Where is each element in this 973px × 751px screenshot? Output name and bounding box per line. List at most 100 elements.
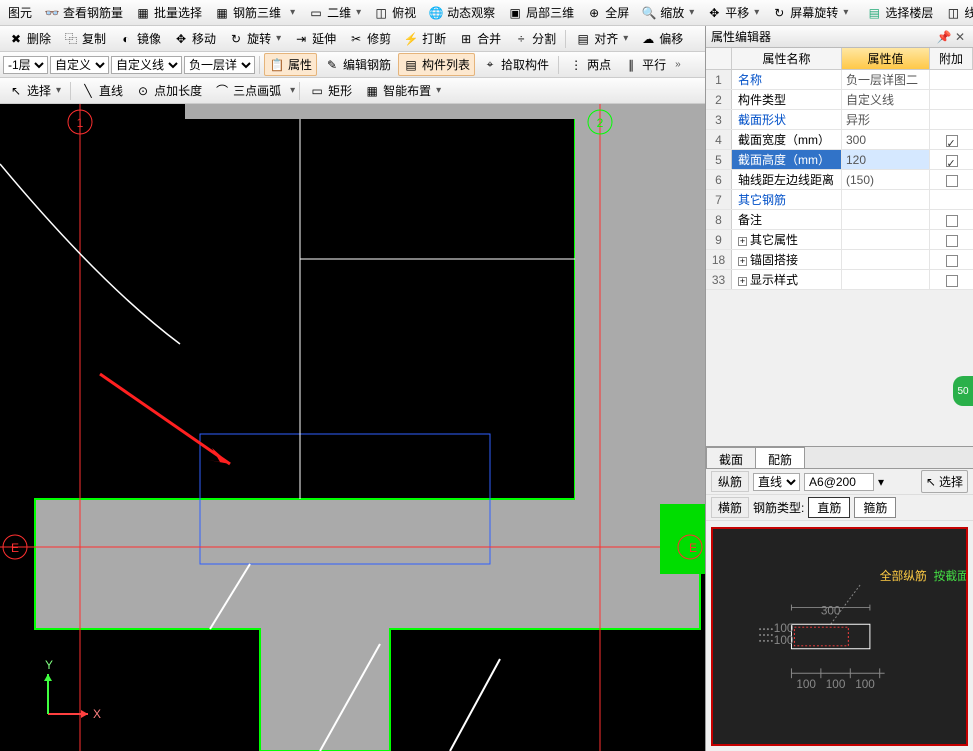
btn-align[interactable]: ▤对齐▾ [570,27,633,50]
btn-tuyuan[interactable]: 图元 [3,1,37,24]
btn-batch-select[interactable]: ▦批量选择 [130,1,207,24]
tab-rebar[interactable]: 配筋 [755,447,805,468]
label-hengjin: 横筋 [711,497,749,518]
svg-text:100: 100 [796,678,816,691]
line-icon: ╲ [80,83,96,99]
floor-select[interactable]: -1层 [3,56,48,74]
property-row[interactable]: 2构件类型自定义线 [706,90,973,110]
btn-mirror[interactable]: ◐镜像 [113,27,166,50]
btn-top-view[interactable]: ◫俯视 [368,1,421,24]
btn-check-rebar[interactable]: 👓查看钢筋量 [39,1,128,24]
copy-icon: ⿻ [63,31,79,47]
btn-pan[interactable]: ✥平移▾ [701,1,764,24]
btn-split[interactable]: ÷分割 [508,27,561,50]
spec-dd[interactable]: ▾ [878,475,884,489]
col-name: 属性名称 [732,48,842,69]
btn-break[interactable]: ⚡打断 [398,27,451,50]
property-row[interactable]: 33+显示样式 [706,270,973,290]
btn-smart-place[interactable]: ▦智能布置▾ [359,79,446,102]
btn-parallel[interactable]: ∥平行 [618,53,671,76]
btn-line[interactable]: ╲直线 [75,79,128,102]
btn-move[interactable]: ✥移动 [168,27,221,50]
parallel-icon: ∥ [623,57,639,73]
btn-two-point[interactable]: ⋮两点 [563,53,616,76]
topview-icon: ◫ [373,5,389,21]
zoom-icon: 🔍 [641,5,657,21]
badge-50[interactable]: 50 [953,376,973,406]
rect-icon: ▭ [309,83,325,99]
property-row[interactable]: 6轴线距左边线距离(150) [706,170,973,190]
pin-icon[interactable]: 📌 [936,30,952,44]
btn-zoom[interactable]: 🔍缩放▾ [636,1,699,24]
property-row[interactable]: 8备注 [706,210,973,230]
btn-wireframe[interactable]: ◫线框 [940,1,973,24]
category-select[interactable]: 自定义 [50,56,109,74]
property-row[interactable]: 1名称负一层详图二 [706,70,973,90]
btn-stirrup[interactable]: 箍筋 [854,497,896,518]
property-row[interactable]: 3截面形状异形 [706,110,973,130]
extend-icon: ⇥ [293,31,309,47]
btn-rect[interactable]: ▭矩形 [304,79,357,102]
btn-rebar-3d[interactable]: ▦钢筋三维 [209,1,286,24]
property-panel-header: 属性编辑器 📌 ✕ [706,26,973,48]
zongjin-spec[interactable] [804,473,874,491]
tab-section[interactable]: 截面 [706,447,756,468]
dropdown-icon[interactable]: ▾ [290,7,295,18]
close-icon[interactable]: ✕ [952,30,968,44]
btn-merge[interactable]: ⊞合并 [453,27,506,50]
overflow-icon[interactable]: » [675,59,681,70]
btn-rebar-select[interactable]: ↖选择 [921,470,968,493]
property-row[interactable]: 5截面高度（mm）120 [706,150,973,170]
trim-icon: ✂ [348,31,364,47]
btn-offset[interactable]: ☁偏移 [635,27,688,50]
btn-fullscreen[interactable]: ⊕全屏 [581,1,634,24]
rotate2-icon: ↻ [228,31,244,47]
btn-property[interactable]: 📋属性 [264,53,317,76]
svg-text:Y: Y [45,658,53,672]
pan-icon: ✥ [706,5,722,21]
btn-select[interactable]: ↖选择▾ [3,79,66,102]
btn-arc3p[interactable]: ⌒三点画弧 [209,79,286,102]
btn-screen-rotate[interactable]: ↻屏幕旋转▾ [766,1,853,24]
btn-member-list[interactable]: ▤构件列表 [398,53,475,76]
section-preview[interactable]: 全部纵筋 按截面 300 100 100 100 100 100 [711,527,968,746]
svg-text:100: 100 [855,678,875,691]
btn-delete[interactable]: ✖删除 [3,27,56,50]
btn-orbit[interactable]: 🌐动态观察 [423,1,500,24]
zongjin-type[interactable]: 直线 [753,473,800,491]
svg-text:300: 300 [821,604,841,617]
batch-icon: ▦ [135,5,151,21]
floor-icon: ▤ [866,5,882,21]
offset-icon: ☁ [640,31,656,47]
btn-point-len[interactable]: ⊙点加长度 [130,79,207,102]
rebar-panel: 截面 配筋 纵筋 直线 ▾ ↖选择 横筋 钢筋类型: 直筋 箍筋 全部纵筋 按截… [706,446,973,751]
property-row[interactable]: 18+锚固搭接 [706,250,973,270]
split-icon: ÷ [513,31,529,47]
svg-text:X: X [93,707,101,721]
orbit-icon: 🌐 [428,5,444,21]
drawing-canvas[interactable]: 1 2 E E X Y [0,104,705,751]
btn-rotate[interactable]: ↻旋转▾ [223,27,286,50]
property-panel-title: 属性编辑器 [711,28,936,45]
svg-text:1: 1 [77,116,84,130]
rebar3d-icon: ▦ [214,5,230,21]
btn-2d[interactable]: ▭二维▾ [303,1,366,24]
btn-extend[interactable]: ⇥延伸 [288,27,341,50]
btn-local-3d[interactable]: ▣局部三维 [502,1,579,24]
member-select[interactable]: 负一层详 [184,56,255,74]
btn-pick-member[interactable]: ⌖拾取构件 [477,53,554,76]
property-row[interactable]: 7其它钢筋 [706,190,973,210]
property-row[interactable]: 4截面宽度（mm）300 [706,130,973,150]
property-row[interactable]: 9+其它属性 [706,230,973,250]
btn-trim[interactable]: ✂修剪 [343,27,396,50]
btn-copy[interactable]: ⿻复制 [58,27,111,50]
btn-select-floor[interactable]: ▤选择楼层 [861,1,938,24]
twopoint-icon: ⋮ [568,57,584,73]
label-rebar-type: 钢筋类型: [753,499,804,516]
longitudinal-row: 纵筋 直线 ▾ ↖选择 [706,469,973,495]
btn-edit-rebar[interactable]: ✎编辑钢筋 [319,53,396,76]
move-icon: ✥ [173,31,189,47]
glasses-icon: 👓 [44,5,60,21]
btn-straight[interactable]: 直筋 [808,497,850,518]
type-select[interactable]: 自定义线 [111,56,182,74]
